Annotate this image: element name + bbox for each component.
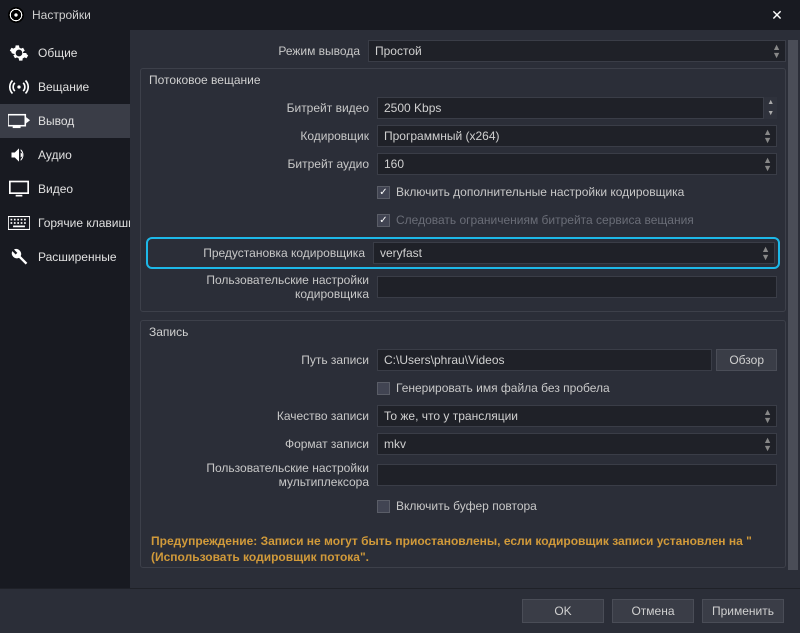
output-mode-label: Режим вывода [140, 44, 368, 58]
window-title: Настройки [32, 8, 762, 22]
sidebar-item-video[interactable]: Видео [0, 172, 130, 206]
warning-text: Предупреждение: Записи не могут быть при… [141, 527, 785, 567]
mux-input[interactable] [377, 464, 777, 486]
monitor-icon [8, 178, 30, 200]
rec-path-label: Путь записи [149, 353, 377, 367]
sidebar-item-label: Расширенные [38, 250, 117, 264]
titlebar: Настройки ✕ [0, 0, 800, 30]
sidebar-item-label: Общие [38, 46, 77, 60]
rec-quality-select[interactable]: То же, что у трансляции▲▼ [377, 405, 777, 427]
spinner-icon[interactable]: ▲▼ [763, 97, 777, 119]
no-space-checkbox[interactable] [377, 382, 390, 395]
sidebar-item-hotkeys[interactable]: Горячие клавиши [0, 206, 130, 240]
sidebar-item-label: Вещание [38, 80, 89, 94]
footer: OK Отмена Применить [0, 588, 800, 633]
custom-encoder-label: Пользовательские настройки кодировщика [149, 273, 377, 301]
rec-quality-label: Качество записи [149, 409, 377, 423]
close-icon[interactable]: ✕ [762, 7, 792, 24]
sidebar-item-audio[interactable]: Аудио [0, 138, 130, 172]
scrollbar[interactable] [788, 40, 798, 570]
encoder-preset-label: Предустановка кодировщика [151, 246, 373, 260]
tools-icon [8, 246, 30, 268]
sidebar: Общие Вещание Вывод Аудио Видео Горячие … [0, 30, 130, 588]
app-icon [8, 7, 24, 23]
ok-button[interactable]: OK [522, 599, 604, 623]
sidebar-item-label: Видео [38, 182, 73, 196]
audio-bitrate-select[interactable]: 160▲▼ [377, 153, 777, 175]
video-bitrate-input[interactable]: 2500 Kbps [377, 97, 764, 119]
speaker-icon [8, 144, 30, 166]
audio-bitrate-label: Битрейт аудио [149, 157, 377, 171]
enable-advanced-label: Включить дополнительные настройки кодиро… [396, 185, 684, 199]
follow-limits-label: Следовать ограничениям битрейта сервиса … [396, 213, 694, 227]
encoder-preset-select[interactable]: veryfast▲▼ [373, 242, 775, 264]
rec-path-input[interactable]: C:\Users\phrau\Videos [377, 349, 712, 371]
keyboard-icon [8, 212, 30, 234]
gear-icon [8, 42, 30, 64]
sidebar-item-general[interactable]: Общие [0, 36, 130, 70]
replay-buffer-label: Включить буфер повтора [396, 499, 537, 513]
custom-encoder-input[interactable] [377, 276, 777, 298]
broadcast-icon [8, 76, 30, 98]
mux-label: Пользовательские настройки мультиплексор… [149, 461, 377, 489]
recording-title: Запись [141, 321, 785, 343]
streaming-title: Потоковое вещание [141, 69, 785, 91]
streaming-section: Потоковое вещание Битрейт видео 2500 Kbp… [140, 68, 786, 312]
output-mode-select[interactable]: Простой ▲▼ [368, 40, 786, 62]
apply-button[interactable]: Применить [702, 599, 784, 623]
enable-advanced-checkbox[interactable]: ✓ [377, 186, 390, 199]
sidebar-item-stream[interactable]: Вещание [0, 70, 130, 104]
sidebar-item-label: Горячие клавиши [38, 216, 130, 230]
no-space-label: Генерировать имя файла без пробела [396, 381, 610, 395]
sidebar-item-label: Аудио [38, 148, 72, 162]
sidebar-item-output[interactable]: Вывод [0, 104, 130, 138]
replay-buffer-checkbox[interactable] [377, 500, 390, 513]
browse-button[interactable]: Обзор [716, 349, 777, 371]
sidebar-item-label: Вывод [38, 114, 74, 128]
follow-limits-checkbox[interactable]: ✓ [377, 214, 390, 227]
encoder-label: Кодировщик [149, 129, 377, 143]
video-bitrate-label: Битрейт видео [149, 101, 377, 115]
rec-format-select[interactable]: mkv▲▼ [377, 433, 777, 455]
rec-format-label: Формат записи [149, 437, 377, 451]
sidebar-item-advanced[interactable]: Расширенные [0, 240, 130, 274]
output-icon [8, 110, 30, 132]
main-panel: Режим вывода Простой ▲▼ Потоковое вещани… [130, 30, 800, 588]
cancel-button[interactable]: Отмена [612, 599, 694, 623]
recording-section: Запись Путь записи C:\Users\phrau\Videos… [140, 320, 786, 568]
encoder-select[interactable]: Программный (x264)▲▼ [377, 125, 777, 147]
encoder-preset-highlight: Предустановка кодировщика veryfast▲▼ [146, 237, 780, 269]
